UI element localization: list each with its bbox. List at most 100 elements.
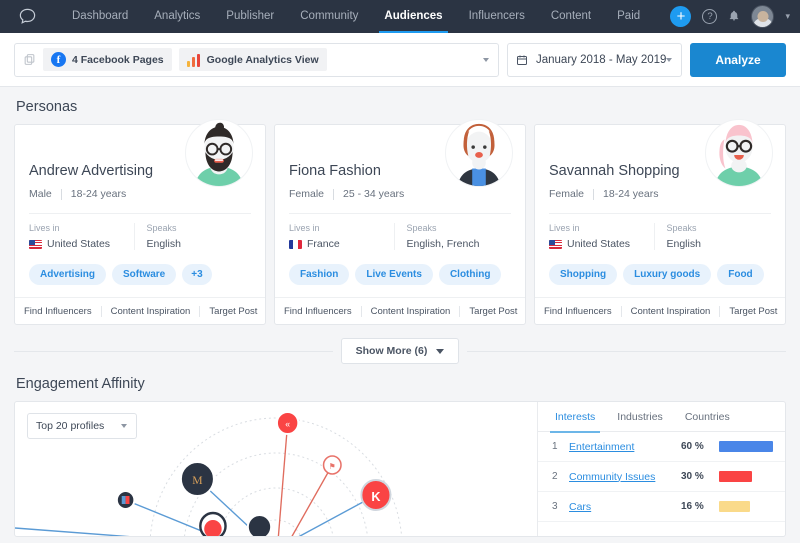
persona-meta: Female 18-24 years <box>549 188 771 214</box>
content-inspiration-link[interactable]: Content Inspiration <box>102 305 201 317</box>
persona-tag[interactable]: Software <box>112 264 177 285</box>
persona-languages-value: English <box>666 238 701 250</box>
source-chip-google-analytics[interactable]: Google Analytics View <box>178 48 327 71</box>
persona-tag[interactable]: Advertising <box>29 264 107 285</box>
persona-card-body: Savannah Shopping Female 18-24 years Liv… <box>535 125 785 285</box>
nav-item-audiences[interactable]: Audiences <box>371 0 455 33</box>
interest-row: 2 Community Issues 30 % <box>538 462 785 492</box>
nav-item-influencers[interactable]: Influencers <box>456 0 538 33</box>
nav-item-community[interactable]: Community <box>287 0 371 33</box>
persona-tag[interactable]: Luxury goods <box>623 264 712 285</box>
target-post-link[interactable]: Target Post <box>460 306 526 317</box>
persona-name: Fiona Fashion <box>289 163 381 179</box>
profiles-filter-label: Top 20 profiles <box>36 420 105 432</box>
interest-name[interactable]: Community Issues <box>569 471 675 483</box>
persona-card[interactable]: Andrew Advertising Male 18-24 years Live… <box>14 119 266 325</box>
persona-languages-value: English, French <box>406 238 480 250</box>
source-chip-facebook[interactable]: f 4 Facebook Pages <box>43 48 172 71</box>
chevron-down-icon[interactable]: ▾ <box>785 11 790 22</box>
persona-card[interactable]: Savannah Shopping Female 18-24 years Liv… <box>534 119 786 325</box>
nav-item-analytics[interactable]: Analytics <box>141 0 213 33</box>
speaks-label: Speaks <box>406 223 437 233</box>
tab-countries[interactable]: Countries <box>674 402 741 432</box>
persona-meta: Male 18-24 years <box>29 188 251 214</box>
google-analytics-icon <box>186 53 201 67</box>
persona-card-footer: Find Influencers Content Inspiration Tar… <box>275 297 525 324</box>
show-more-button[interactable]: Show More (6) <box>340 338 460 364</box>
svg-text:⚑: ⚑ <box>329 462 336 471</box>
interest-bar-track <box>719 501 773 512</box>
content-inspiration-link[interactable]: Content Inspiration <box>622 305 721 317</box>
calendar-icon <box>517 55 527 65</box>
persona-country-label: France <box>307 238 340 250</box>
affinity-section-title: Engagement Affinity <box>16 376 145 392</box>
persona-card-footer: Find Influencers Content Inspiration Tar… <box>15 297 265 324</box>
find-influencers-link[interactable]: Find Influencers <box>275 305 362 317</box>
persona-location: Lives in United States <box>549 223 654 250</box>
persona-tag[interactable]: Clothing <box>438 264 502 285</box>
tab-industries[interactable]: Industries <box>606 402 674 432</box>
affinity-network-chart[interactable]: « ⚑ M K Top 20 profiles <box>15 402 537 536</box>
persona-facts: Lives in United States Speaks English <box>29 214 251 250</box>
interest-bar-track <box>719 441 773 452</box>
nav-item-dashboard[interactable]: Dashboard <box>59 0 141 33</box>
target-post-link[interactable]: Target Post <box>720 306 786 317</box>
page-content: Personas Andrew Advertising Male 18-24 y… <box>0 99 800 537</box>
tab-interests[interactable]: Interests <box>544 402 606 433</box>
lives-in-label: Lives in <box>549 223 580 233</box>
help-icon[interactable]: ? <box>702 9 718 24</box>
affinity-list-pane: Interests Industries Countries 1 Enterta… <box>537 402 785 536</box>
persona-card[interactable]: Fiona Fashion Female 25 - 34 years Lives… <box>274 119 526 325</box>
nav-actions: + ? ▾ <box>670 0 790 33</box>
interest-name[interactable]: Entertainment <box>569 441 675 453</box>
copy-icon <box>24 54 35 65</box>
persona-tag[interactable]: Live Events <box>355 264 433 285</box>
lives-in-label: Lives in <box>289 223 320 233</box>
nav-item-paid[interactable]: Paid <box>604 0 653 33</box>
chevron-down-icon <box>121 424 127 428</box>
source-chip-google-analytics-label: Google Analytics View <box>206 53 319 66</box>
bell-icon[interactable] <box>728 9 740 25</box>
content-inspiration-link[interactable]: Content Inspiration <box>362 305 461 317</box>
persona-tag[interactable]: Food <box>717 264 764 285</box>
persona-card-body: Andrew Advertising Male 18-24 years Live… <box>15 125 265 285</box>
persona-tag[interactable]: Shopping <box>549 264 618 285</box>
chevron-down-icon <box>483 57 489 62</box>
persona-tag-more[interactable]: +3 <box>182 264 212 285</box>
interest-bar <box>719 471 753 482</box>
persona-country: United States <box>29 238 134 250</box>
find-influencers-link[interactable]: Find Influencers <box>15 305 102 317</box>
user-avatar[interactable] <box>751 5 775 28</box>
persona-tags: Fashion Live Events Clothing <box>289 264 511 285</box>
flag-us-icon <box>549 239 562 249</box>
persona-meta: Female 25 - 34 years <box>289 188 511 214</box>
analyze-button[interactable]: Analyze <box>690 42 786 77</box>
add-button[interactable]: + <box>670 6 692 27</box>
persona-age: 25 - 34 years <box>343 188 405 200</box>
svg-text:«: « <box>285 419 290 429</box>
profiles-filter-select[interactable]: Top 20 profiles <box>27 413 137 439</box>
persona-tag[interactable]: Fashion <box>289 264 350 285</box>
persona-country-label: United States <box>567 238 631 250</box>
source-chip-facebook-label: 4 Facebook Pages <box>72 53 164 66</box>
nav-item-content[interactable]: Content <box>538 0 604 33</box>
persona-country: France <box>289 238 394 250</box>
interest-row: 3 Cars 16 % <box>538 492 785 522</box>
target-post-link[interactable]: Target Post <box>200 306 266 317</box>
interest-name[interactable]: Cars <box>569 501 675 513</box>
date-range-picker[interactable]: January 2018 - May 2019 <box>507 42 682 77</box>
flag-fr-icon <box>289 239 302 249</box>
nav-item-publisher[interactable]: Publisher <box>213 0 287 33</box>
interest-rank: 1 <box>552 441 558 452</box>
persona-name: Andrew Advertising <box>29 163 154 179</box>
persona-languages: Speaks English <box>133 223 252 250</box>
persona-name: Savannah Shopping <box>549 163 680 179</box>
find-influencers-link[interactable]: Find Influencers <box>535 305 622 317</box>
data-sources-select[interactable]: f 4 Facebook Pages Google Analytics View <box>14 42 499 77</box>
persona-age: 18-24 years <box>603 188 659 200</box>
affinity-tabs: Interests Industries Countries <box>538 402 785 433</box>
persona-tags: Shopping Luxury goods Food <box>549 264 771 285</box>
persona-card-body: Fiona Fashion Female 25 - 34 years Lives… <box>275 125 525 285</box>
persona-gender: Female <box>549 188 585 200</box>
chat-bubble-logo[interactable] <box>18 7 37 26</box>
